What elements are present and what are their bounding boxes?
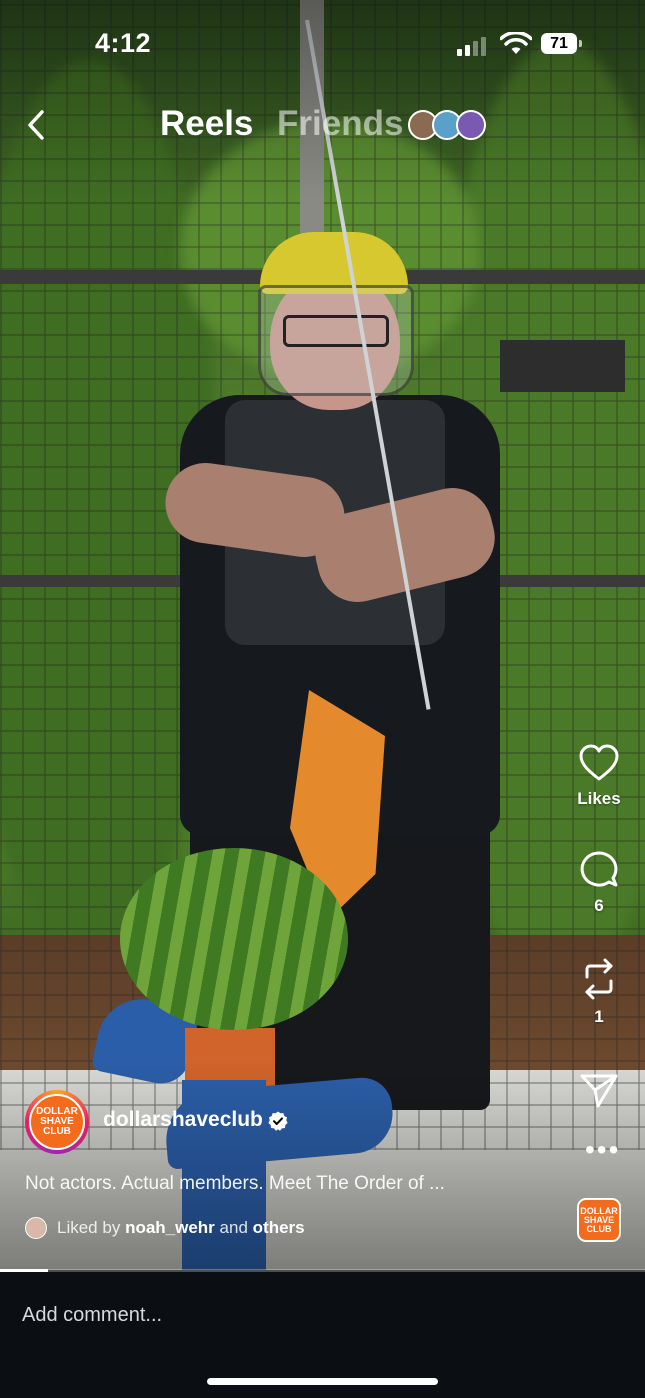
fence-sign	[500, 340, 625, 392]
comment-button[interactable]: 6	[565, 850, 633, 916]
liked-by-avatar	[25, 1217, 47, 1239]
watermelon	[120, 848, 348, 1030]
send-paper-plane-icon	[580, 1074, 618, 1108]
author-avatar-logo-text: DOLLAR SHAVE CLUB	[36, 1106, 78, 1137]
home-indicator	[207, 1378, 438, 1385]
friend-avatar[interactable]	[456, 110, 486, 140]
add-comment-input[interactable]: Add comment...	[22, 1304, 162, 1327]
liked-by-user[interactable]: noah_wehr	[125, 1218, 215, 1238]
share-button[interactable]	[565, 1072, 633, 1110]
tab-friends[interactable]: Friends	[277, 104, 403, 144]
author-avatar[interactable]: DOLLAR SHAVE CLUB	[25, 1090, 89, 1154]
likes-label: Likes	[577, 789, 621, 808]
back-arrow-icon[interactable]	[22, 108, 52, 142]
battery-icon: 71	[541, 33, 582, 54]
like-button[interactable]: Likes	[565, 743, 633, 809]
author-avatar-image: DOLLAR SHAVE CLUB	[29, 1094, 85, 1150]
repost-button[interactable]: 1	[565, 957, 633, 1027]
reel-caption[interactable]: Not actors. Actual members. Meet The Ord…	[25, 1173, 445, 1195]
audio-thumbnail[interactable]: DOLLAR SHAVE CLUB	[577, 1198, 621, 1242]
cellular-signal-icon	[457, 37, 486, 56]
audio-thumb-logo-text: DOLLAR SHAVE CLUB	[580, 1205, 618, 1234]
repost-icon	[585, 958, 613, 1000]
tab-reels[interactable]: Reels	[160, 104, 253, 144]
liked-by-prefix: Liked by	[57, 1218, 121, 1237]
reel-video[interactable]	[0, 0, 645, 1270]
comments-count: 6	[594, 896, 604, 915]
author-username[interactable]: dollarshaveclub	[103, 1108, 263, 1132]
comment-bar: Add comment...	[0, 1272, 645, 1398]
wifi-icon	[500, 32, 532, 54]
liked-by-others[interactable]: others	[253, 1218, 305, 1238]
more-options-icon[interactable]: •••	[585, 1136, 620, 1164]
liked-by-row[interactable]: Liked by noah_wehr and others	[25, 1217, 305, 1239]
reposts-count: 1	[594, 1007, 604, 1026]
status-time: 4:12	[95, 28, 152, 58]
comment-bubble-icon	[580, 851, 618, 887]
heart-icon	[579, 744, 619, 781]
person-glasses	[283, 315, 389, 347]
liked-by-conj: and	[219, 1218, 248, 1237]
verified-badge-icon	[268, 1111, 288, 1131]
